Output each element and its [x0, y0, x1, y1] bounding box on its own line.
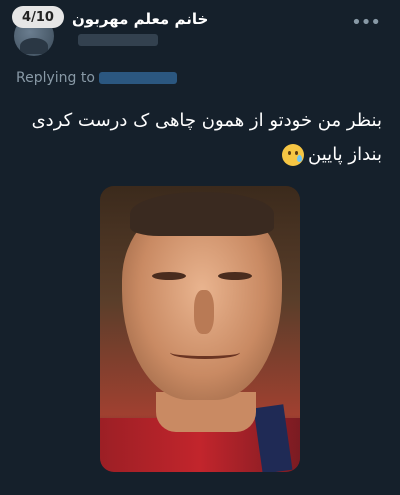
tweet-text-line-2-row: بنداز پایین	[12, 138, 382, 172]
replying-to-label: Replying to	[16, 70, 95, 86]
image-counter-text: 4/10	[22, 9, 54, 25]
more-dots-icon[interactable]: •••	[351, 14, 381, 32]
photo-mouth	[170, 346, 240, 359]
username-handle-redacted[interactable]	[78, 34, 158, 46]
replying-to-row: Replying to	[16, 70, 177, 86]
tweet-text-line-2: بنداز پایین	[308, 144, 382, 165]
image-counter-badge: 4/10	[12, 6, 64, 28]
display-name[interactable]: خانم معلم مهربون	[72, 10, 208, 28]
tweet-text: بنظر من خودتو از همون چاهی ک درست کردی ب…	[12, 104, 382, 172]
tweet-text-line-1: بنظر من خودتو از همون چاهی ک درست کردی	[31, 110, 382, 131]
face-holding-back-tears-emoji-icon	[282, 144, 305, 166]
replying-to-handle-redacted[interactable]	[98, 72, 177, 84]
author-name-row[interactable]: خانم معلم مهربون	[72, 10, 208, 28]
photo-left-eye	[152, 272, 186, 280]
photo-right-eye	[218, 272, 252, 280]
photo-nose	[194, 290, 214, 334]
tweet-photo[interactable]	[100, 186, 300, 472]
photo-hair	[130, 192, 274, 236]
